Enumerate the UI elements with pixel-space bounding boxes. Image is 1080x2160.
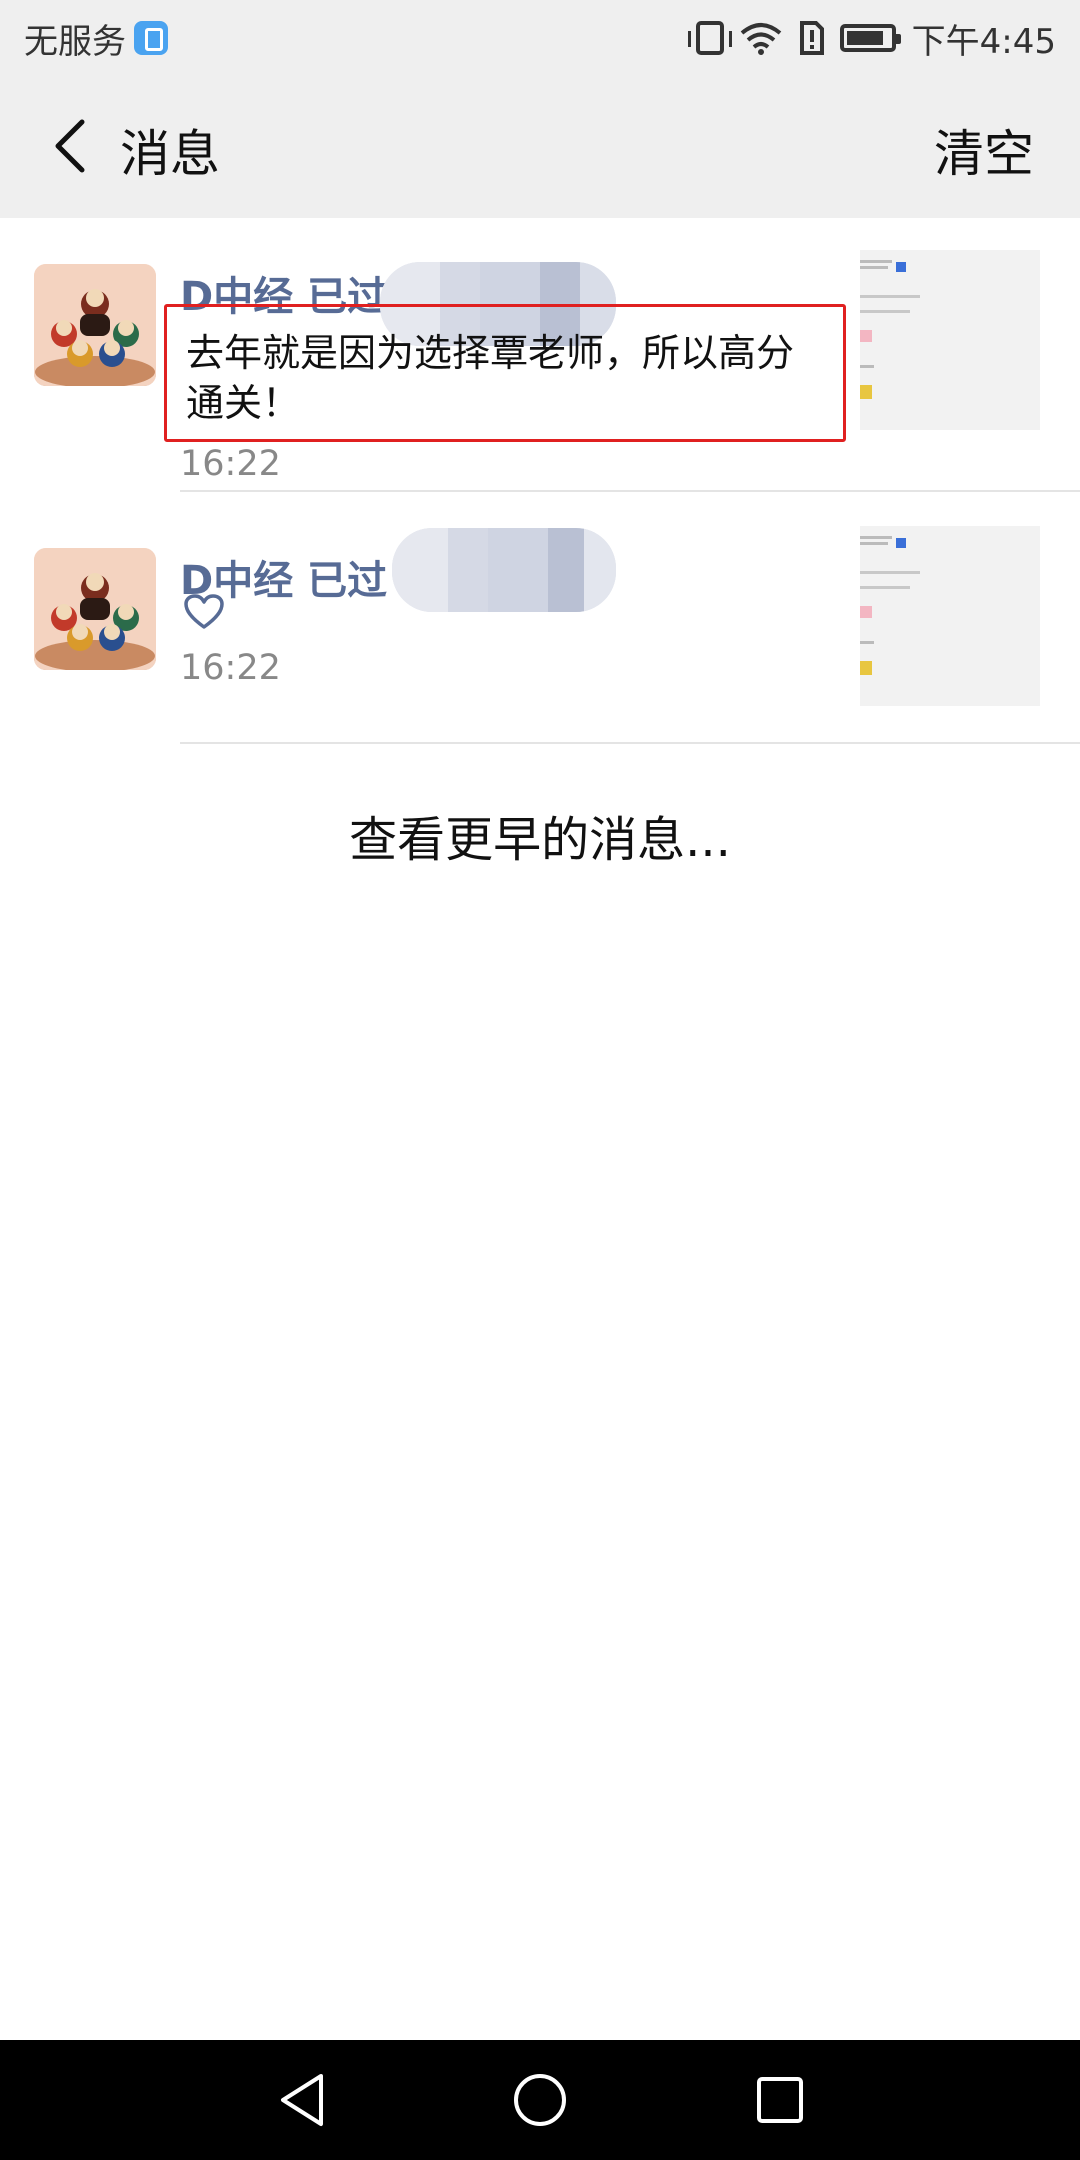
- message-list: D中经 已过 去年就是因为选择覃老师，所以高分通关！ 16:22 D中经 已过 …: [0, 218, 1080, 868]
- avatar[interactable]: [34, 264, 156, 386]
- avatar[interactable]: [34, 548, 156, 670]
- clear-button[interactable]: 清空: [934, 114, 1034, 186]
- highlight-annotation-box: [164, 304, 846, 442]
- status-bar: 无服务 下午4:45: [0, 0, 1080, 74]
- heart-icon: [184, 594, 224, 634]
- vibrate-icon: [687, 21, 732, 55]
- nav-back-button[interactable]: [262, 2070, 342, 2130]
- post-thumbnail[interactable]: [860, 250, 1040, 430]
- carrier-label: 无服务: [24, 21, 126, 62]
- name-redaction-blur: [392, 528, 616, 612]
- page-title: 消息: [120, 125, 220, 183]
- message-time: 16:22: [180, 444, 281, 484]
- nav-recents-button[interactable]: [740, 2070, 820, 2130]
- back-triangle-icon: [281, 2074, 323, 2126]
- divider: [180, 742, 1080, 744]
- wifi-icon: [740, 21, 782, 55]
- home-circle-icon: [514, 2074, 566, 2126]
- app-badge-icon: [134, 21, 168, 55]
- message-time: 16:22: [180, 648, 281, 688]
- post-thumbnail[interactable]: [860, 526, 1040, 706]
- status-right: 下午4:45: [687, 14, 1056, 62]
- alert-icon: [798, 21, 824, 55]
- list-item[interactable]: D中经 已过 去年就是因为选择覃老师，所以高分通关！ 16:22: [0, 218, 1080, 492]
- battery-icon: [839, 24, 901, 52]
- clock: 下午4:45: [911, 21, 1056, 62]
- load-earlier-messages-link[interactable]: 查看更早的消息...: [0, 800, 1080, 870]
- chevron-left-icon: [55, 119, 85, 173]
- header: 消息 清空: [0, 74, 1080, 218]
- system-nav-bar: [0, 2040, 1080, 2160]
- nav-home-button[interactable]: [500, 2070, 580, 2130]
- status-left: 无服务: [24, 14, 168, 62]
- recents-square-icon: [757, 2077, 803, 2123]
- back-button[interactable]: [30, 104, 110, 188]
